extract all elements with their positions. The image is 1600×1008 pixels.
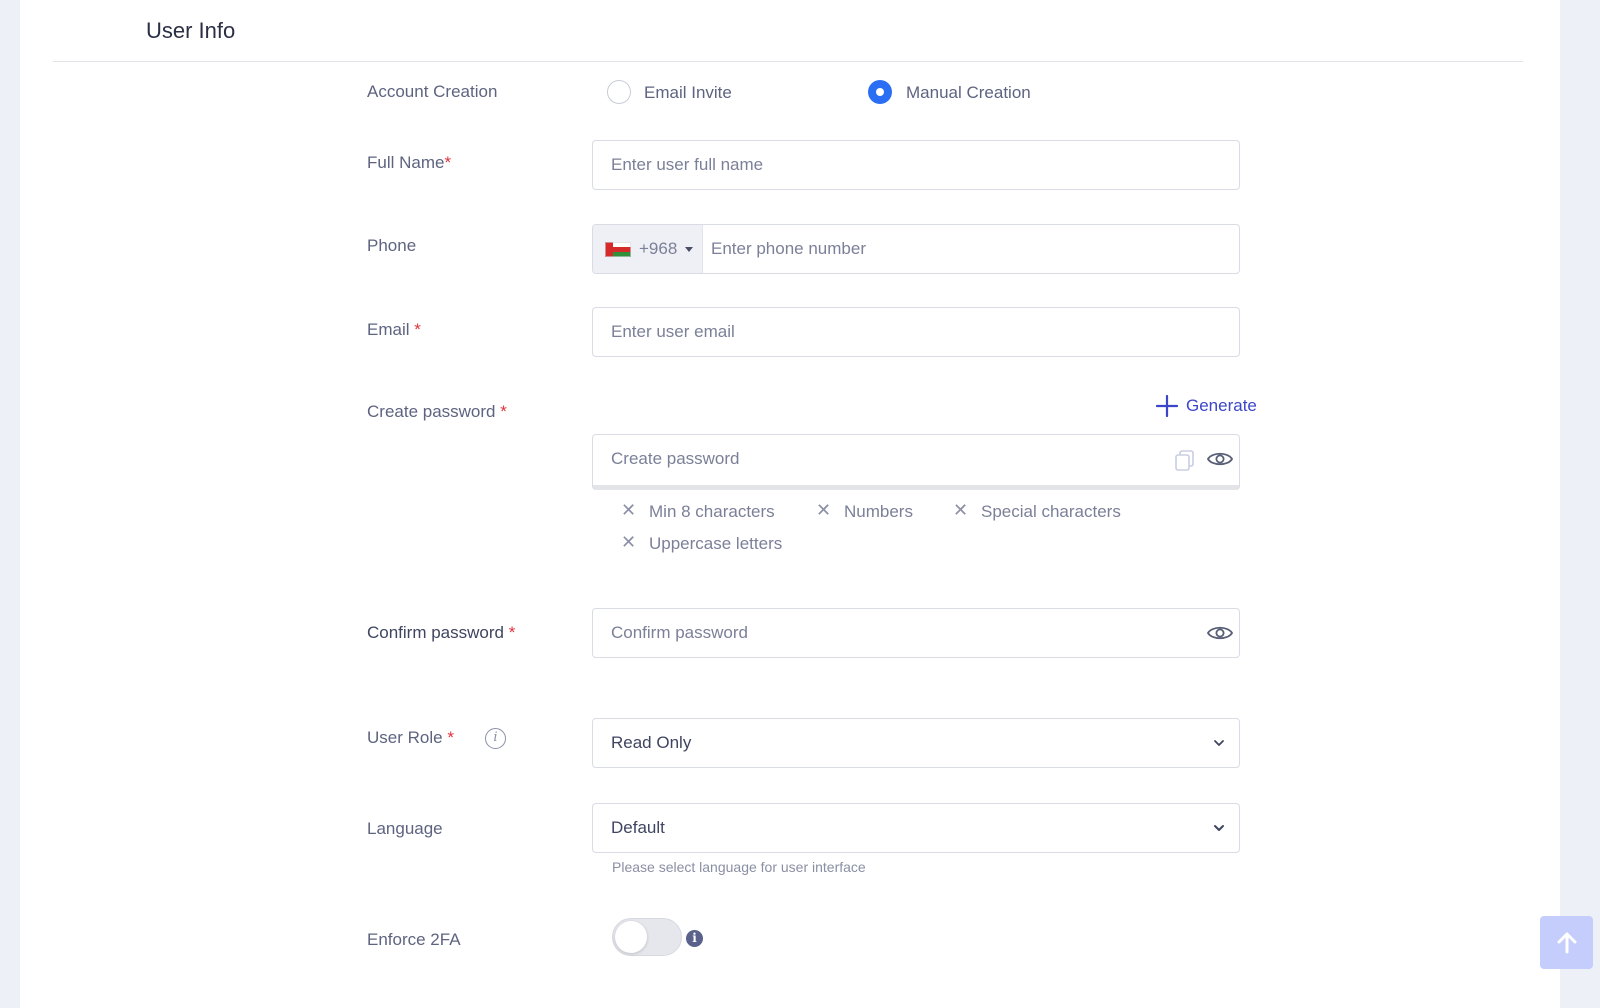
- chevron-down-icon: [1214, 740, 1224, 746]
- caret-down-icon: [685, 246, 694, 252]
- x-icon: ✕: [621, 532, 637, 552]
- scroll-to-top-button[interactable]: [1540, 916, 1593, 969]
- generate-label: Generate: [1186, 396, 1257, 415]
- email-label-text: Email: [367, 320, 410, 339]
- section-divider: [53, 61, 1523, 62]
- x-icon: ✕: [621, 500, 637, 520]
- phone-field: +968: [592, 224, 1240, 274]
- x-icon: ✕: [816, 500, 832, 520]
- required-mark: *: [447, 728, 454, 747]
- create-password-label: Create password *: [367, 402, 507, 422]
- arrow-up-icon: [1557, 932, 1576, 953]
- password-strength-bar: [593, 485, 1239, 490]
- full-name-label-text: Full Name: [367, 153, 445, 172]
- eye-icon[interactable]: [1206, 449, 1234, 469]
- oman-flag-icon: [605, 241, 631, 257]
- create-password-input[interactable]: [593, 435, 1239, 483]
- copy-icon[interactable]: [1174, 449, 1196, 471]
- user-role-label: User Role *: [367, 728, 454, 748]
- account-creation-label: Account Creation: [367, 82, 498, 101]
- full-name-input[interactable]: [593, 141, 1239, 189]
- user-info-card: User Info Account Creation Email Invite …: [20, 0, 1560, 1008]
- requirement-uppercase: Uppercase letters: [649, 534, 783, 553]
- email-invite-label[interactable]: Email Invite: [644, 83, 732, 103]
- create-password-field: [592, 434, 1240, 490]
- enforce-2fa-label: Enforce 2FA: [367, 930, 461, 949]
- email-invite-radio[interactable]: [607, 80, 631, 104]
- requirement-min-8: Min 8 characters: [649, 502, 775, 521]
- requirement-numbers: Numbers: [844, 502, 913, 521]
- language-value: Default: [611, 818, 665, 837]
- required-mark: *: [444, 153, 452, 172]
- enforce-2fa-toggle[interactable]: [612, 918, 682, 956]
- confirm-password-input[interactable]: [593, 609, 1239, 657]
- x-icon: ✕: [953, 500, 969, 520]
- language-select[interactable]: Default: [592, 803, 1240, 853]
- eye-icon[interactable]: [1206, 623, 1234, 643]
- chevron-down-icon: [1214, 825, 1224, 831]
- confirm-password-field: [592, 608, 1240, 658]
- required-mark: *: [508, 623, 516, 642]
- manual-creation-label[interactable]: Manual Creation: [906, 83, 1031, 103]
- user-role-label-text: User Role: [367, 728, 443, 747]
- plus-icon: [1156, 395, 1178, 417]
- full-name-field: [592, 140, 1240, 190]
- email-field: [592, 307, 1240, 357]
- phone-input[interactable]: [703, 225, 1239, 273]
- toggle-knob: [615, 921, 647, 953]
- user-role-select[interactable]: Read Only: [592, 718, 1240, 768]
- required-mark: *: [500, 402, 507, 421]
- generate-password-button[interactable]: Generate: [1156, 392, 1257, 420]
- phone-country-code: +968: [639, 239, 678, 258]
- user-role-value: Read Only: [611, 733, 692, 752]
- language-hint: Please select language for user interfac…: [612, 859, 866, 875]
- manual-creation-radio[interactable]: [868, 80, 892, 104]
- requirement-special: Special characters: [981, 502, 1121, 521]
- confirm-password-label-text: Confirm password: [367, 623, 504, 642]
- phone-input-wrap: [703, 225, 1239, 273]
- email-label: Email *: [367, 320, 421, 340]
- full-name-label: Full Name*: [367, 153, 451, 173]
- confirm-password-label: Confirm password *: [367, 623, 515, 643]
- create-password-label-text: Create password: [367, 402, 496, 421]
- info-icon[interactable]: i: [686, 930, 703, 947]
- language-label: Language: [367, 819, 443, 838]
- email-input[interactable]: [593, 308, 1239, 356]
- required-mark: *: [414, 320, 421, 339]
- phone-label: Phone: [367, 236, 417, 255]
- section-title: User Info: [146, 18, 236, 43]
- country-code-selector[interactable]: +968: [593, 225, 703, 273]
- info-icon[interactable]: i: [485, 728, 506, 749]
